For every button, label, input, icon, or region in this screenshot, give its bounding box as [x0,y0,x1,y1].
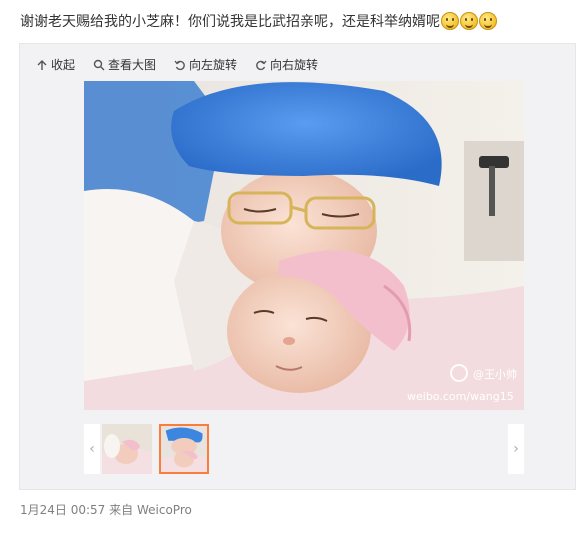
watermark-url: weibo.com/wang15 [407,390,514,403]
post-text: 谢谢老天赐给我的小芝麻！你们说我是比武招亲呢，还是科举纳婿呢 [20,11,497,33]
collapse-arrow-icon [37,60,47,70]
rotate-right-button[interactable]: 向右旋转 [255,57,318,73]
thumbnail-1-image [102,424,152,474]
main-photo[interactable]: @王小帅 weibo.com/wang15 [84,81,524,410]
view-large-button[interactable]: 查看大图 [93,57,156,73]
post-message: 谢谢老天赐给我的小芝麻！你们说我是比武招亲呢，还是科举纳婿呢 [20,14,440,30]
watermark-handle: @王小帅 [473,368,517,381]
rotate-left-label: 向左旋转 [189,58,238,72]
smile-emoticon-icon [460,12,478,30]
chevron-right-icon: › [513,441,519,457]
smile-emoticon-icon [441,12,459,30]
rotate-right-label: 向右旋转 [270,58,319,72]
rotate-right-icon [256,60,267,71]
thumbnail-prev-button[interactable]: ‹ [84,424,100,474]
thumbnail-1[interactable] [102,424,152,474]
magnifier-icon [93,59,105,71]
collapse-button[interactable]: 收起 [36,57,75,73]
newborn-photo-illustration: @王小帅 weibo.com/wang15 [84,81,524,410]
source-prefix: 来自 [109,503,134,517]
media-toolbar: 收起 查看大图 向左旋转 向右旋转 [36,57,318,73]
chevron-left-icon: ‹ [89,441,95,457]
post-source[interactable]: WeicoPro [137,503,192,517]
rotate-left-icon [174,60,185,71]
smile-emoticon-icon [479,12,497,30]
thumbnail-strip: ‹ › [84,424,524,474]
collapse-label: 收起 [51,58,76,72]
media-viewer: 收起 查看大图 向左旋转 向右旋转 @王小帅 weibo.com/wang15 … [19,43,576,490]
view-large-label: 查看大图 [108,58,157,72]
thumbnail-2-selected[interactable] [159,424,209,474]
rotate-left-button[interactable]: 向左旋转 [174,57,237,73]
thumbnail-2-image [161,426,207,472]
thumbnail-next-button[interactable]: › [508,424,524,474]
post-footer: 1月24日 00:57 来自 WeicoPro [20,501,192,518]
post-timestamp[interactable]: 1月24日 00:57 [20,503,105,517]
